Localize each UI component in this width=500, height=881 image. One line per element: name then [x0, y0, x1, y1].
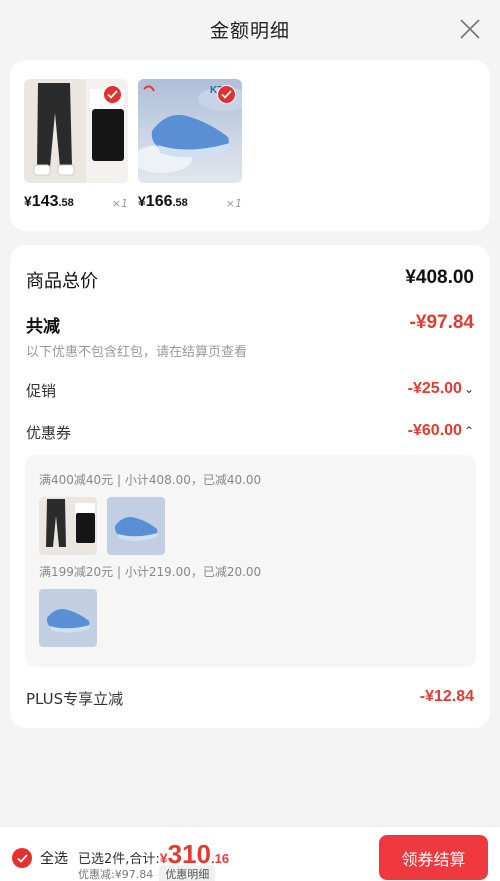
coupon-product-shoe	[107, 497, 165, 555]
coupon-row[interactable]: 优惠券 -¥60.00 ⌃	[26, 422, 474, 444]
discount-label: 共减	[26, 317, 60, 337]
discount-note: 以下优惠不包含红包，请在结算页查看	[26, 345, 248, 360]
promo-label: 促销	[26, 382, 57, 400]
checked-icon	[103, 85, 122, 104]
checkout-bar: 全选 已选2件,合计:¥310.16 优惠减:¥97.84 优惠明细 领券结算	[0, 826, 500, 881]
checked-icon	[12, 848, 32, 868]
select-all-label: 全选	[40, 851, 68, 867]
coupon-product-shoe	[39, 589, 97, 647]
total-price-value: ¥408.00	[405, 267, 474, 288]
total-price-row: 商品总价 ¥408.00	[26, 267, 474, 292]
plus-discount-row: PLUS专享立减 -¥12.84	[26, 688, 474, 710]
product-item[interactable]: KT ¥166.58 ×1	[138, 79, 242, 210]
chevron-down-icon[interactable]: ⌄	[464, 382, 474, 396]
checkout-button[interactable]: 领券结算	[379, 835, 488, 880]
amount-detail-card: 商品总价 ¥408.00 共减 -¥97.84 以下优惠不包含红包，请在结算页查…	[10, 245, 490, 728]
coupon-detail-box: 满400减40元 | 小计408.00，已减40.00 满199减20元 | 小…	[25, 455, 476, 667]
checked-icon	[217, 85, 236, 104]
coupon-product-pants	[39, 497, 97, 555]
promo-value: -¥25.00	[407, 380, 462, 397]
discount-detail-button[interactable]: 优惠明细	[159, 865, 216, 881]
coupon-rule: 满400减40元 | 小计408.00，已减40.00	[39, 473, 262, 487]
modal-header: 金额明细	[0, 0, 500, 58]
product-quantity: ×1	[225, 197, 242, 210]
discount-summary: 优惠减:¥97.84	[78, 868, 154, 881]
product-image-pants	[24, 79, 128, 183]
product-item[interactable]: ¥143.58 ×1	[24, 79, 128, 210]
plus-discount-label: PLUS专享立减	[26, 690, 124, 708]
product-quantity: ×1	[111, 197, 128, 210]
coupon-rule: 满199减20元 | 小计219.00，已减20.00	[39, 565, 262, 579]
page-title: 金额明细	[209, 19, 290, 42]
product-image-shoe: KT	[138, 79, 242, 183]
coupon-label: 优惠券	[26, 424, 72, 442]
selected-products-card: ¥143.58 ×1 KT ¥166.58 ×1	[10, 60, 490, 231]
total-price-label: 商品总价	[26, 271, 98, 292]
promo-row[interactable]: 促销 -¥25.00 ⌄	[26, 380, 474, 402]
product-price: ¥143.58	[24, 193, 74, 210]
close-icon[interactable]	[460, 19, 480, 39]
product-price: ¥166.58	[138, 193, 188, 210]
discount-row: 共减 -¥97.84	[26, 312, 474, 337]
coupon-value: -¥60.00	[407, 422, 462, 439]
chevron-up-icon[interactable]: ⌃	[464, 424, 474, 438]
discount-value: -¥97.84	[409, 312, 474, 333]
select-all-toggle[interactable]: 全选	[12, 848, 68, 868]
plus-discount-value: -¥12.84	[419, 688, 474, 705]
